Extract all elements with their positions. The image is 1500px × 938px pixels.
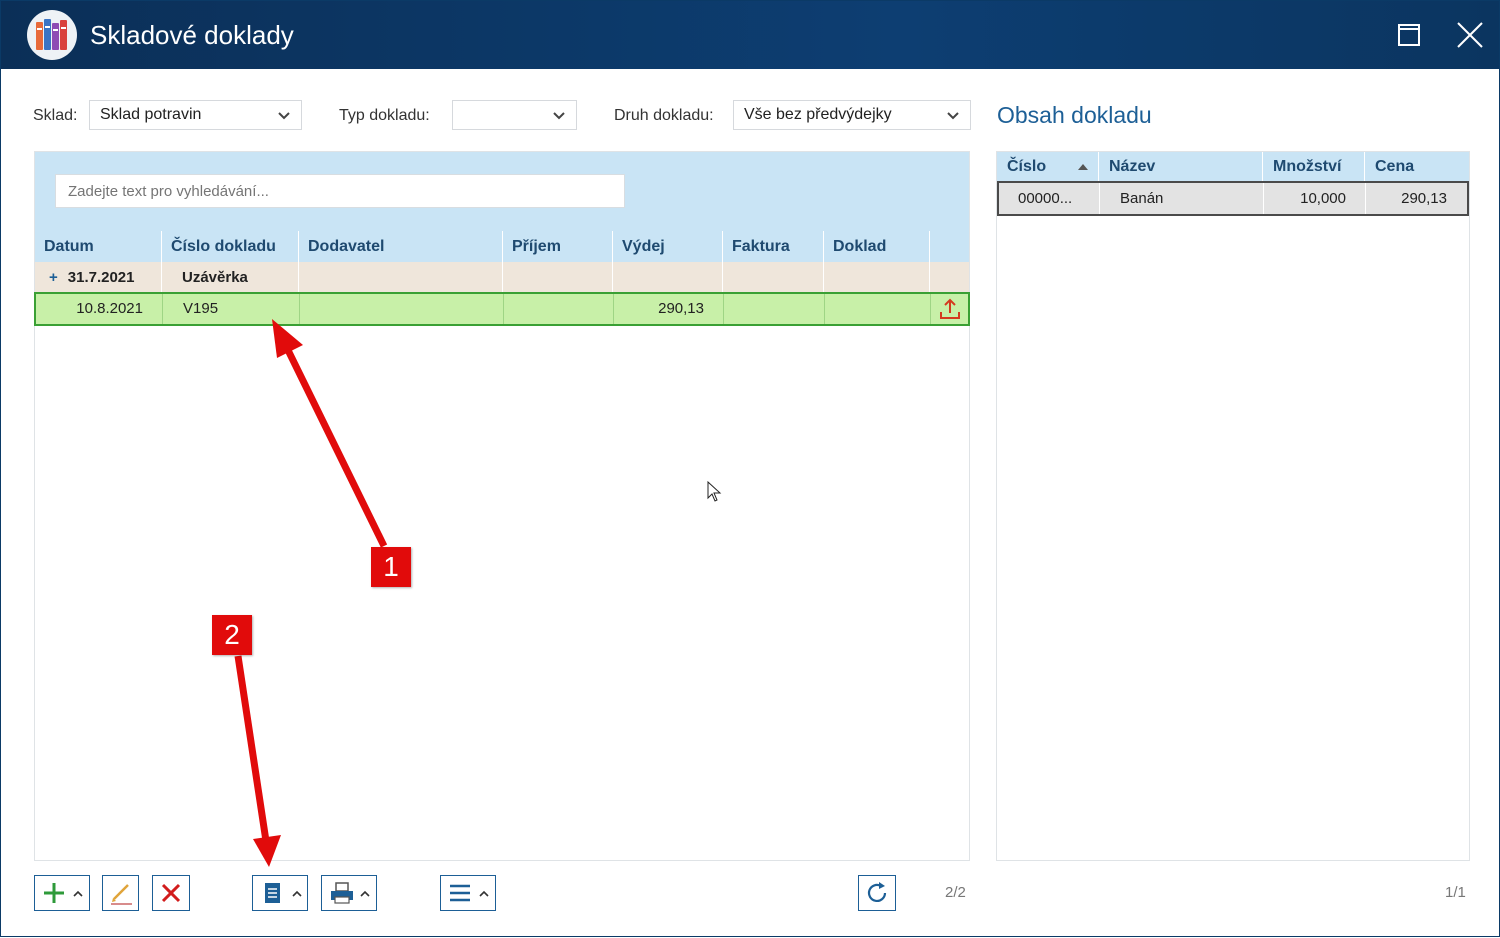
column-header-nazev[interactable]: Název bbox=[1099, 152, 1263, 181]
group-label: Uzávěrka bbox=[162, 262, 299, 293]
group-date-cell: +31.7.2021 bbox=[35, 262, 162, 293]
hamburger-menu-icon bbox=[450, 884, 470, 902]
sklad-label: Sklad: bbox=[33, 107, 78, 124]
maximize-button[interactable] bbox=[1389, 15, 1429, 55]
column-header-doklad[interactable]: Doklad bbox=[824, 231, 930, 262]
chevron-up-icon bbox=[73, 890, 83, 897]
titlebar: Skladové doklady bbox=[1, 1, 1499, 69]
obsah-dokladu-title: Obsah dokladu bbox=[997, 102, 1152, 128]
chevron-down-icon bbox=[553, 112, 565, 120]
column-header-prijem[interactable]: Příjem bbox=[503, 231, 613, 262]
add-button[interactable] bbox=[34, 875, 90, 911]
callout-badge-1: 1 bbox=[371, 547, 411, 587]
export-cell[interactable] bbox=[931, 294, 968, 324]
column-header-cislo[interactable]: Číslo bbox=[997, 152, 1099, 181]
cell-cislo: 00000... bbox=[999, 183, 1100, 214]
sklad-select[interactable]: Sklad potravin bbox=[89, 100, 302, 130]
cislo-header-label: Číslo bbox=[1007, 158, 1047, 175]
group-cell bbox=[613, 262, 723, 293]
documents-page-counter: 2/2 bbox=[945, 884, 966, 901]
chevron-up-icon bbox=[292, 890, 302, 897]
plus-icon bbox=[44, 883, 64, 903]
typ-label: Typ dokladu: bbox=[339, 107, 430, 124]
delete-button[interactable] bbox=[152, 875, 190, 911]
column-header-vydej[interactable]: Výdej bbox=[613, 231, 723, 262]
column-header-cena[interactable]: Cena bbox=[1365, 152, 1469, 181]
maximize-icon bbox=[1398, 24, 1420, 46]
refresh-icon bbox=[867, 882, 887, 902]
refresh-button[interactable] bbox=[858, 875, 896, 911]
druh-select[interactable]: Vše bez předvýdejky bbox=[733, 100, 971, 130]
cell-mnozstvi: 10,000 bbox=[1264, 183, 1366, 214]
pencil-icon bbox=[111, 884, 132, 905]
column-header-mnozstvi[interactable]: Množství bbox=[1263, 152, 1365, 181]
chevron-down-icon bbox=[278, 112, 290, 120]
close-icon bbox=[1457, 22, 1483, 48]
expand-toggle[interactable]: + bbox=[49, 269, 58, 286]
group-row[interactable]: +31.7.2021 Uzávěrka bbox=[35, 262, 969, 293]
group-cell bbox=[503, 262, 613, 293]
document-contents-panel: Číslo Název Množství Cena 00000... Banán… bbox=[996, 151, 1470, 861]
delete-x-icon bbox=[161, 883, 181, 903]
print-menu-button[interactable] bbox=[321, 875, 377, 911]
contents-table-header: Číslo Název Množství Cena bbox=[997, 152, 1469, 181]
table-row[interactable]: 00000... Banán 10,000 290,13 bbox=[997, 181, 1469, 216]
upload-icon bbox=[940, 298, 960, 319]
documents-panel: Datum Číslo dokladu Dodavatel Příjem Výd… bbox=[34, 151, 970, 861]
group-cell bbox=[723, 262, 824, 293]
documents-table-header: Datum Číslo dokladu Dodavatel Příjem Výd… bbox=[35, 231, 969, 262]
cell-cislo: V195 bbox=[163, 294, 300, 324]
document-icon bbox=[265, 883, 280, 903]
group-cell bbox=[824, 262, 930, 293]
column-header-dodavatel[interactable]: Dodavatel bbox=[299, 231, 503, 262]
document-menu-button[interactable] bbox=[252, 875, 308, 911]
sklad-value: Sklad potravin bbox=[100, 106, 202, 123]
more-menu-button[interactable] bbox=[440, 875, 496, 911]
group-date: 31.7.2021 bbox=[67, 269, 135, 286]
sort-ascending-icon bbox=[1078, 164, 1088, 170]
cell-cena: 290,13 bbox=[1401, 190, 1447, 207]
table-row[interactable]: 10.8.2021 V195 290,13 bbox=[34, 292, 970, 326]
window-title: Skladové doklady bbox=[90, 20, 294, 50]
chevron-up-icon bbox=[360, 890, 370, 897]
druh-value: Vše bez předvýdejky bbox=[744, 106, 892, 123]
window: Skladové doklady Sklad: Sklad potravin T… bbox=[0, 0, 1500, 937]
cell-doklad bbox=[825, 294, 931, 324]
cell-dodavatel bbox=[300, 294, 504, 324]
search-input[interactable] bbox=[55, 174, 625, 208]
close-button[interactable] bbox=[1450, 15, 1490, 55]
cell-datum: 10.8.2021 bbox=[36, 294, 163, 324]
cell-prijem bbox=[504, 294, 614, 324]
cell-vydej: 290,13 bbox=[614, 294, 724, 324]
group-cell bbox=[299, 262, 503, 293]
app-books-icon bbox=[27, 10, 77, 60]
contents-page-counter: 1/1 bbox=[1445, 884, 1466, 901]
column-header-datum[interactable]: Datum bbox=[35, 231, 162, 262]
cell-nazev: Banán bbox=[1100, 183, 1264, 214]
column-header-empty bbox=[930, 231, 969, 262]
typ-select[interactable] bbox=[452, 100, 577, 130]
chevron-down-icon bbox=[947, 112, 959, 120]
column-header-cislo-dokladu[interactable]: Číslo dokladu bbox=[162, 231, 299, 262]
chevron-up-icon bbox=[479, 890, 489, 897]
printer-icon bbox=[331, 882, 353, 904]
search-area bbox=[35, 152, 969, 231]
druh-label: Druh dokladu: bbox=[614, 107, 714, 124]
edit-button[interactable] bbox=[102, 875, 139, 911]
cell-faktura bbox=[724, 294, 825, 324]
callout-badge-2: 2 bbox=[212, 615, 252, 655]
column-header-faktura[interactable]: Faktura bbox=[723, 231, 824, 262]
